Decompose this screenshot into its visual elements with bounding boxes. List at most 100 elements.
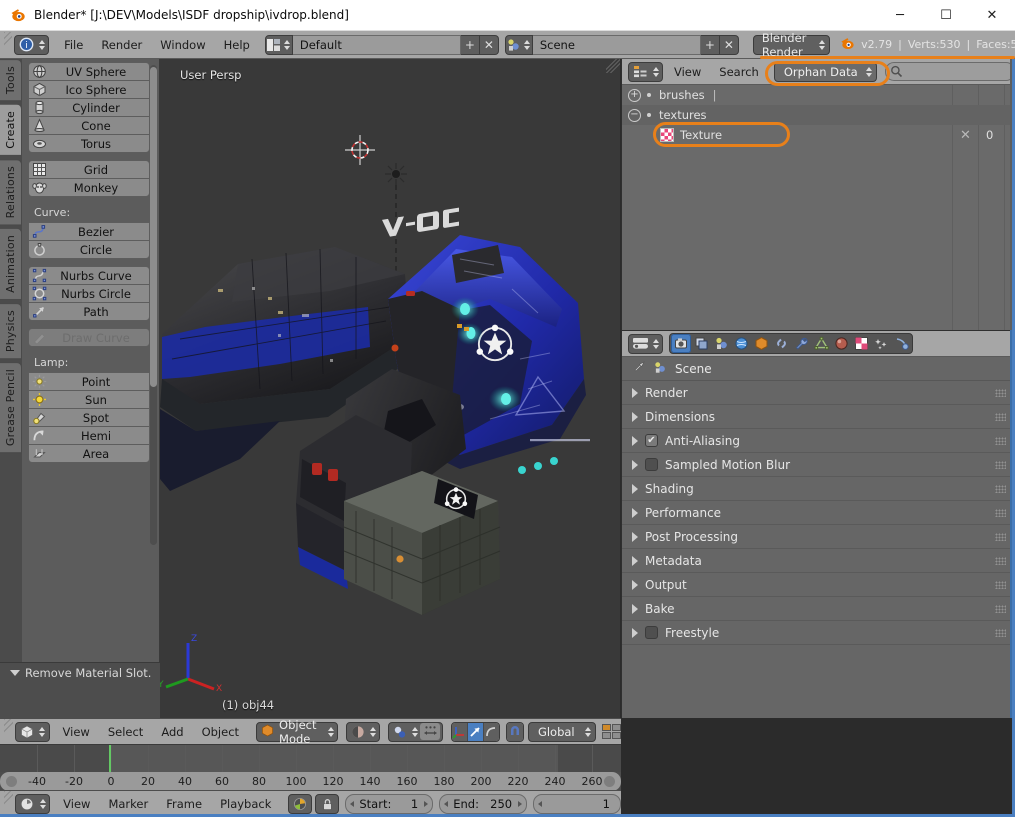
tool-button-grid[interactable]: Grid xyxy=(28,160,150,179)
timeline-editor-type-selector[interactable] xyxy=(15,794,51,814)
properties-panel-freestyle[interactable]: Freestyle xyxy=(622,621,1015,645)
editor-type-spinner[interactable] xyxy=(37,39,46,50)
properties-panel-bake[interactable]: Bake xyxy=(622,597,1015,621)
expand-icon[interactable]: + xyxy=(628,88,641,102)
transform-orientation-select[interactable]: Global xyxy=(527,721,596,742)
timeline-editor-spinner[interactable] xyxy=(38,799,47,809)
checkbox-unchecked-icon[interactable] xyxy=(645,626,658,639)
layers-icon[interactable] xyxy=(602,724,621,739)
timeline-scroll-handle-left[interactable] xyxy=(6,776,17,787)
tool-button-uv-sphere[interactable]: UV Sphere xyxy=(28,62,150,81)
add-scene-button[interactable]: + xyxy=(700,34,720,55)
panel-drag-handle[interactable] xyxy=(995,484,1006,493)
tool-button-cylinder[interactable]: Cylinder xyxy=(28,98,150,117)
collapse-icon[interactable]: − xyxy=(628,108,641,122)
pin-icon[interactable] xyxy=(632,360,646,377)
interaction-mode-select[interactable]: Object Mode xyxy=(256,718,339,746)
panel-drag-handle[interactable] xyxy=(995,460,1006,469)
outliner-editor-type-selector[interactable] xyxy=(628,61,663,82)
tool-button-circle[interactable]: Circle xyxy=(28,240,150,259)
screen-layout-spinner[interactable] xyxy=(283,39,292,50)
increment-icon[interactable] xyxy=(518,801,523,807)
tool-tab-relations[interactable]: Relations xyxy=(0,158,22,226)
tool-tab-animation[interactable]: Animation xyxy=(0,228,22,301)
tool-button-path[interactable]: Path xyxy=(28,302,150,321)
tool-tab-grease-pencil[interactable]: Grease Pencil xyxy=(0,362,22,454)
timeline-playhead[interactable] xyxy=(109,745,111,772)
tool-button-sun[interactable]: Sun xyxy=(28,390,150,409)
display-mode-spinner[interactable] xyxy=(864,66,873,77)
scene-spinner[interactable] xyxy=(523,39,532,50)
properties-panel-performance[interactable]: Performance xyxy=(622,501,1015,525)
panel-drag-handle[interactable] xyxy=(995,556,1006,565)
editor-type-selector[interactable]: i xyxy=(14,34,50,55)
viewport-menu-select[interactable]: Select xyxy=(99,721,152,743)
properties-panel-shading[interactable]: Shading xyxy=(622,477,1015,501)
tool-tab-tools[interactable]: Tools xyxy=(0,59,22,102)
constraints-tab[interactable] xyxy=(771,334,791,353)
tool-button-spot[interactable]: Spot xyxy=(28,408,150,427)
outliner-row-textures[interactable]: − textures xyxy=(622,105,1015,125)
menu-window[interactable]: Window xyxy=(151,34,214,56)
tool-button-cone[interactable]: Cone xyxy=(28,116,150,135)
lock-button[interactable] xyxy=(315,794,340,814)
properties-editor-spinner[interactable] xyxy=(651,338,660,349)
tool-button-point[interactable]: Point xyxy=(28,372,150,391)
panel-drag-handle[interactable] xyxy=(995,388,1006,397)
render-tab[interactable] xyxy=(671,334,691,353)
viewport-editor-type-selector[interactable] xyxy=(14,721,50,742)
3d-viewport[interactable]: Z X Y User Persp (1) obj44 xyxy=(160,59,620,718)
menu-file[interactable]: File xyxy=(55,34,92,56)
tool-tab-physics[interactable]: Physics xyxy=(0,303,22,360)
tool-button-area[interactable]: Area xyxy=(28,444,150,463)
tool-shelf-scrollbar[interactable] xyxy=(150,65,157,545)
tool-button-bezier[interactable]: Bezier xyxy=(28,222,150,241)
add-screen-layout-button[interactable]: + xyxy=(460,34,480,55)
object-tab[interactable] xyxy=(751,334,771,353)
particles-tab[interactable] xyxy=(871,334,891,353)
increment-icon[interactable] xyxy=(424,801,429,807)
timeline-menu-playback[interactable]: Playback xyxy=(211,793,280,815)
properties-panel-render[interactable]: Render xyxy=(622,381,1015,405)
checkbox-checked-icon[interactable]: ✔ xyxy=(645,434,658,447)
timeline-track[interactable] xyxy=(0,745,621,772)
tool-button-hemi[interactable]: Hemi xyxy=(28,426,150,445)
timeline-menu-marker[interactable]: Marker xyxy=(99,793,157,815)
outliner-display-mode-select[interactable]: Orphan Data xyxy=(773,61,878,82)
timeline-menu-view[interactable]: View xyxy=(54,793,99,815)
delete-screen-layout-button[interactable]: ✕ xyxy=(479,34,499,55)
scale-manipulator[interactable] xyxy=(484,722,500,741)
world-tab[interactable] xyxy=(731,334,751,353)
properties-panel-sampled-motion-blur[interactable]: Sampled Motion Blur xyxy=(622,453,1015,477)
outliner-row-texture[interactable]: Texture ✕ 0 xyxy=(622,125,1015,145)
menu-render[interactable]: Render xyxy=(92,34,151,56)
viewport-corner-grip-icon[interactable] xyxy=(606,59,620,73)
viewport-shading-select[interactable] xyxy=(346,721,381,742)
current-frame-field[interactable]: 1 xyxy=(533,794,621,814)
outliner-menu-view[interactable]: View xyxy=(665,61,710,83)
tool-button-ico-sphere[interactable]: Ico Sphere xyxy=(28,80,150,99)
properties-editor-type-selector[interactable] xyxy=(628,333,663,354)
scene-tab[interactable] xyxy=(711,334,731,353)
material-tab[interactable] xyxy=(831,334,851,353)
menu-help[interactable]: Help xyxy=(215,34,259,56)
shading-spinner[interactable] xyxy=(368,726,377,737)
tool-button-nurbs-circle[interactable]: Nurbs Circle xyxy=(28,284,150,303)
outliner-tree[interactable]: + brushes | − textures Texture ✕ 0 xyxy=(622,85,1015,330)
panel-drag-handle[interactable] xyxy=(995,436,1006,445)
panel-drag-handle[interactable] xyxy=(995,508,1006,517)
corner-grip-icon[interactable] xyxy=(4,31,13,58)
texture-tab[interactable] xyxy=(851,334,871,353)
scene-name[interactable]: Scene xyxy=(532,34,701,55)
rotate-manipulator[interactable] xyxy=(468,722,485,741)
outliner-search-input[interactable] xyxy=(885,62,1015,81)
viewport-menu-object[interactable]: Object xyxy=(193,721,248,743)
pivot-point-select[interactable] xyxy=(388,721,444,742)
manipulator-icon[interactable] xyxy=(420,723,441,740)
pivot-spinner[interactable] xyxy=(410,726,419,737)
tool-button-nurbs-curve[interactable]: Nurbs Curve xyxy=(28,266,150,285)
timeline-scroll-handle-right[interactable] xyxy=(604,776,615,787)
screen-layout-icon[interactable] xyxy=(264,34,293,55)
properties-panel-anti-aliasing[interactable]: ✔ Anti-Aliasing xyxy=(622,429,1015,453)
properties-panel-metadata[interactable]: Metadata xyxy=(622,549,1015,573)
